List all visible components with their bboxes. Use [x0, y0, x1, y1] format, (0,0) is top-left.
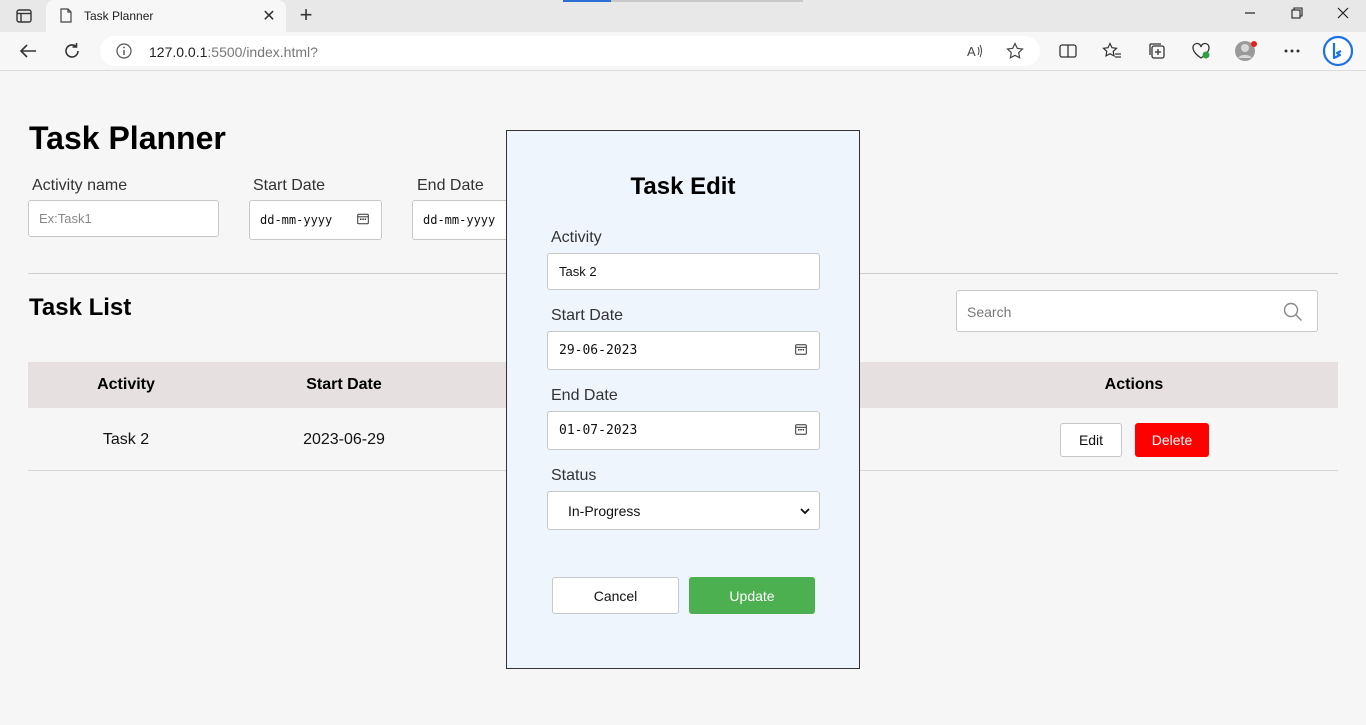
- new-tab-icon[interactable]: +: [295, 4, 317, 26]
- search-placeholder: Search: [967, 304, 1012, 320]
- activity-name-label: Activity name: [32, 177, 128, 194]
- modal-end-date-input[interactable]: 01-07-2023: [547, 411, 820, 450]
- column-header-start-date: Start Date: [306, 376, 382, 393]
- search-icon[interactable]: [1283, 302, 1303, 327]
- modal-end-date-value: 01-07-2023: [559, 423, 638, 438]
- activity-name-placeholder: Ex:Task1: [39, 211, 92, 226]
- start-date-input[interactable]: dd-mm-yyyy: [249, 200, 382, 240]
- url-host: 127.0.0.1: [149, 44, 208, 60]
- task-list-title: Task List: [29, 294, 132, 321]
- calendar-icon[interactable]: [357, 213, 369, 228]
- chevron-down-icon: [799, 504, 811, 520]
- edit-button[interactable]: Edit: [1060, 423, 1122, 457]
- url-box[interactable]: 127.0.0.1:5500/index.html? A: [100, 36, 1040, 66]
- modal-status-value: In-Progress: [568, 502, 641, 519]
- loading-indicator: [563, 0, 611, 2]
- activity-name-input[interactable]: Ex:Task1: [28, 200, 219, 237]
- modal-status-select[interactable]: In-Progress: [547, 491, 820, 530]
- row-activity: Task 2: [102, 431, 150, 448]
- start-date-label: Start Date: [253, 177, 326, 194]
- read-aloud-icon[interactable]: A: [965, 42, 985, 60]
- cancel-button[interactable]: Cancel: [552, 577, 679, 614]
- start-date-placeholder: dd-mm-yyyy: [260, 213, 333, 227]
- browser-essentials-icon[interactable]: [1189, 40, 1213, 62]
- url-path: :5500/index.html?: [207, 44, 318, 60]
- tab-close-icon[interactable]: ✕: [260, 6, 278, 26]
- modal-title: Task Edit: [630, 173, 736, 200]
- column-header-actions: Actions: [1104, 376, 1164, 393]
- back-icon[interactable]: [16, 40, 40, 62]
- modal-activity-input[interactable]: Task 2: [547, 253, 820, 290]
- end-date-placeholder: dd-mm-yyyy: [423, 213, 496, 227]
- more-options-icon[interactable]: [1280, 40, 1304, 62]
- favorites-icon[interactable]: [1100, 40, 1124, 62]
- page-icon: [60, 8, 72, 28]
- modal-start-date-value: 29-06-2023: [559, 343, 638, 358]
- loading-track: [611, 0, 803, 2]
- search-input[interactable]: Search: [956, 290, 1318, 332]
- update-button[interactable]: Update: [689, 577, 815, 614]
- browser-tab-bar: Task Planner ✕ +: [0, 0, 1366, 32]
- tab-actions-icon[interactable]: [12, 6, 36, 26]
- url-text[interactable]: 127.0.0.1:5500/index.html?: [149, 44, 318, 60]
- restore-icon[interactable]: [1285, 6, 1309, 26]
- modal-activity-value: Task 2: [559, 264, 597, 279]
- bing-copilot-icon[interactable]: [1322, 35, 1354, 67]
- page-title: Task Planner: [29, 120, 226, 156]
- modal-start-date-label: Start Date: [551, 307, 624, 324]
- split-screen-icon[interactable]: [1056, 40, 1080, 62]
- column-header-activity: Activity: [97, 376, 155, 393]
- browser-tab[interactable]: Task Planner ✕: [46, 0, 286, 32]
- svg-text:A: A: [967, 44, 976, 59]
- modal-activity-label: Activity: [551, 229, 602, 246]
- close-window-icon[interactable]: [1331, 6, 1355, 26]
- modal-start-date-input[interactable]: 29-06-2023: [547, 331, 820, 370]
- site-info-icon[interactable]: [116, 43, 132, 64]
- minimize-icon[interactable]: [1238, 6, 1262, 26]
- profile-avatar-icon[interactable]: [1234, 40, 1258, 62]
- favorite-star-icon[interactable]: [1005, 42, 1025, 60]
- delete-button[interactable]: Delete: [1135, 423, 1209, 457]
- calendar-icon[interactable]: [795, 423, 807, 439]
- tab-title: Task Planner: [84, 9, 154, 23]
- collections-icon[interactable]: [1145, 40, 1169, 62]
- modal-status-label: Status: [551, 467, 597, 484]
- calendar-icon[interactable]: [795, 343, 807, 359]
- modal-end-date-label: End Date: [551, 387, 618, 404]
- row-start-date: 2023-06-29: [303, 431, 385, 448]
- end-date-label: End Date: [417, 177, 484, 194]
- task-edit-modal: Task Edit Activity Task 2 Start Date 29-…: [506, 130, 860, 669]
- refresh-icon[interactable]: [60, 40, 84, 62]
- address-bar-row: 127.0.0.1:5500/index.html? A: [0, 32, 1366, 71]
